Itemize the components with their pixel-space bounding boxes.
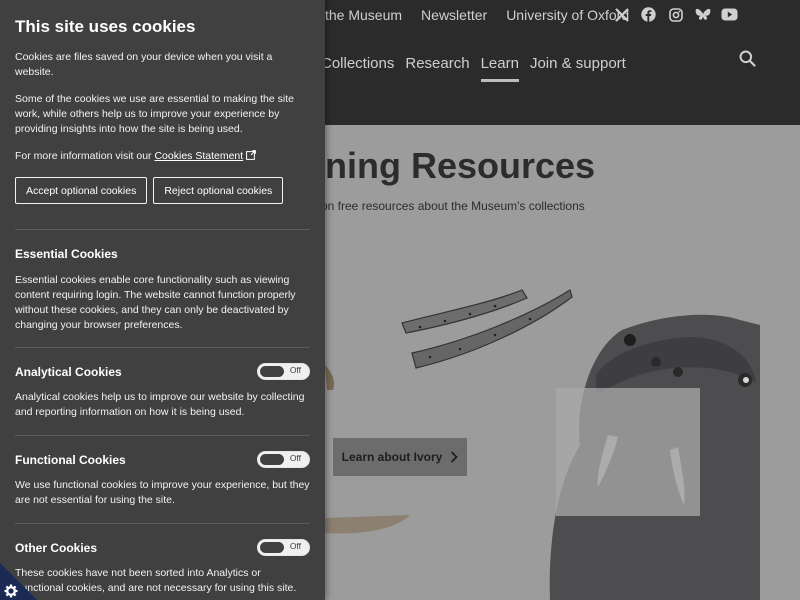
cookie-sections: Essential Cookies Essential cookies enab… — [15, 229, 310, 600]
toggle-state-label: Off — [289, 453, 301, 463]
more-info-text: For more information visit our — [15, 150, 155, 162]
learn-about-ivory-button[interactable]: Learn about Ivory — [333, 438, 467, 476]
nav-research[interactable]: Research — [405, 55, 469, 72]
cookie-more-info: For more information visit our Cookies S… — [15, 149, 310, 164]
toggle-knob — [260, 365, 284, 377]
section-analytical-title: Analytical Cookies — [15, 364, 122, 379]
facebook-icon[interactable] — [640, 6, 657, 23]
toggle-state-label: Off — [289, 365, 301, 375]
bluesky-icon[interactable] — [694, 6, 711, 23]
youtube-icon[interactable] — [721, 6, 738, 23]
top-nav-about[interactable]: the Museum — [325, 7, 402, 23]
cookie-settings-tab[interactable] — [0, 563, 37, 600]
section-other-title: Other Cookies — [15, 540, 98, 555]
section-essential-header: Essential Cookies — [15, 247, 310, 261]
cookie-consent-panel: This site uses cookies Cookies are files… — [0, 0, 325, 600]
nav-collections[interactable]: Collections — [321, 55, 394, 72]
section-other: Other Cookies Off These cookies have not… — [15, 523, 310, 600]
section-functional-title: Functional Cookies — [15, 452, 126, 467]
section-analytical: Analytical Cookies Off Analytical cookie… — [15, 347, 310, 435]
section-essential-title: Essential Cookies — [15, 247, 118, 261]
section-analytical-header: Analytical Cookies Off — [15, 363, 310, 380]
consent-buttons: Accept optional cookies Reject optional … — [15, 177, 310, 204]
external-link-icon — [246, 150, 257, 160]
reject-cookies-button[interactable]: Reject optional cookies — [153, 177, 284, 204]
top-nav-newsletter[interactable]: Newsletter — [421, 7, 487, 23]
section-functional-header: Functional Cookies Off — [15, 451, 310, 468]
page-title: ning Resources — [325, 145, 596, 186]
cookies-statement-link[interactable]: Cookies Statement — [154, 150, 243, 162]
nav-learn[interactable]: Learn — [480, 55, 520, 82]
main-nav: Collections Research Learn Join & suppor… — [321, 55, 637, 82]
page-subtitle: on free resources about the Museum's col… — [321, 199, 585, 213]
top-nav-university[interactable]: University of Oxford — [506, 7, 629, 23]
instagram-icon[interactable] — [667, 6, 684, 23]
social-links — [613, 6, 738, 23]
x-icon[interactable] — [613, 6, 630, 23]
other-toggle[interactable]: Off — [257, 539, 310, 556]
chevron-right-icon — [451, 451, 459, 463]
section-other-header: Other Cookies Off — [15, 539, 310, 556]
section-essential: Essential Cookies Essential cookies enab… — [15, 229, 310, 347]
accept-cookies-button[interactable]: Accept optional cookies — [15, 177, 148, 204]
section-other-text: These cookies have not been sorted into … — [15, 567, 297, 594]
section-functional: Functional Cookies Off We use functional… — [15, 435, 310, 523]
learn-about-ivory-label: Learn about Ivory — [341, 450, 443, 464]
cookie-intro: Cookies are files saved on your device w… — [15, 51, 273, 78]
toggle-knob — [260, 541, 284, 553]
functional-toggle[interactable]: Off — [257, 451, 310, 468]
cookie-panel-title: This site uses cookies — [15, 17, 196, 36]
top-nav: the Museum Newsletter University of Oxfo… — [325, 7, 648, 23]
toggle-state-label: Off — [289, 541, 301, 551]
toggle-knob — [260, 453, 284, 465]
section-functional-text: We use functional cookies to improve you… — [15, 479, 310, 506]
cookie-description: Some of the cookies we use are essential… — [15, 93, 294, 135]
search-icon[interactable] — [739, 50, 756, 67]
nav-join-support[interactable]: Join & support — [530, 55, 626, 72]
cookies-statement-label: Cookies Statement — [154, 150, 244, 162]
analytical-toggle[interactable]: Off — [257, 363, 310, 380]
section-analytical-text: Analytical cookies help us to improve ou… — [15, 391, 305, 418]
section-essential-text: Essential cookies enable core functional… — [15, 274, 296, 331]
